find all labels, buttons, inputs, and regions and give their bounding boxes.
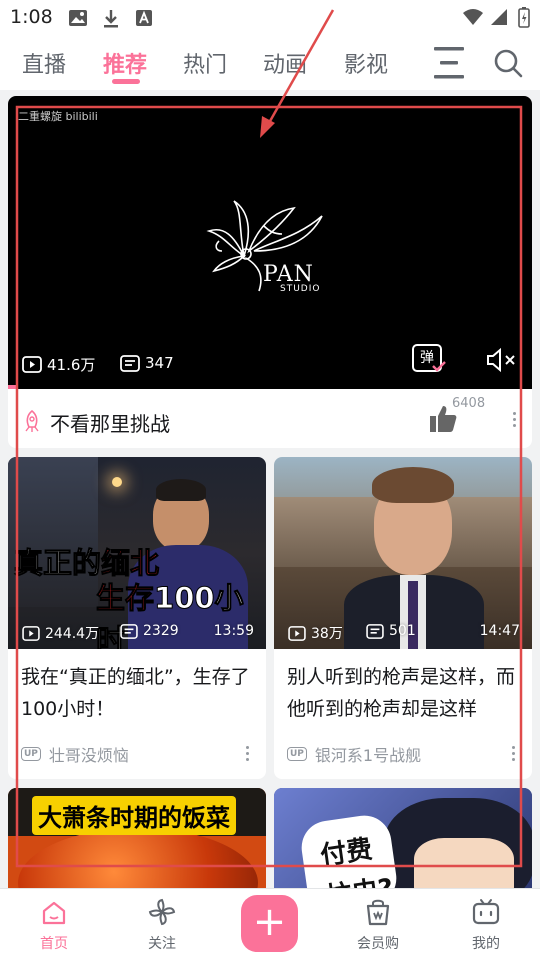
video-thumbnail[interactable]: 真正的缅北 生存100小时 244.4万 2329 13:59	[8, 457, 266, 649]
mute-icon[interactable]	[486, 347, 518, 373]
uploader-line[interactable]: UP 壮哥没烦恼	[21, 742, 129, 766]
tab-live[interactable]: 直播	[22, 47, 66, 79]
uploader-line[interactable]: UP 银河系1号战舰	[287, 742, 421, 766]
video-duration: 13:59	[213, 623, 254, 639]
nav-mine[interactable]: 我的	[446, 889, 526, 960]
video-title[interactable]: 别人听到的枪声是这样，而他听到的枪声却是这样	[287, 661, 522, 725]
battery-icon	[518, 7, 530, 28]
status-time: 1:08	[10, 6, 53, 28]
video-views: 244.4万	[22, 623, 99, 643]
home-icon	[42, 901, 66, 925]
video-views: 38万	[288, 623, 343, 643]
status-bar: 1:08	[0, 0, 540, 36]
menu-icon[interactable]	[432, 45, 466, 81]
top-nav: 直播 推荐 热门 动画 影视	[0, 36, 540, 90]
image-notification-icon	[69, 10, 87, 26]
video-card[interactable]: 38万 501 14:47 别人听到的枪声是这样，而他听到的枪声却是这样 UP …	[274, 457, 532, 779]
play-count-icon	[288, 625, 306, 641]
wifi-icon	[463, 9, 483, 25]
play-count-icon	[22, 356, 42, 373]
featured-title[interactable]: 不看那里挑战	[50, 408, 170, 437]
more-options-icon[interactable]	[246, 746, 250, 764]
tab-anime[interactable]: 动画	[263, 47, 307, 79]
featured-video-card[interactable]: 二重螺旋 bilibili PAN STUDIO 41.6万 347 弹 不看那…	[8, 96, 532, 448]
featured-danmaku-count: 347	[120, 354, 174, 372]
video-title[interactable]: 我在“真正的缅北”，生存了100小时！	[21, 661, 256, 725]
danmaku-count-icon	[120, 354, 140, 372]
publish-button[interactable]: +	[241, 895, 298, 952]
tab-hot[interactable]: 热门	[183, 47, 227, 79]
logo-subtext: STUDIO	[280, 284, 321, 294]
featured-views: 41.6万	[22, 354, 95, 375]
like-count: 6408	[452, 396, 486, 411]
more-options-icon[interactable]	[512, 746, 516, 764]
uploader-name: 壮哥没烦恼	[48, 746, 129, 765]
featured-more-icon[interactable]	[513, 412, 517, 430]
playback-progress	[8, 385, 16, 389]
video-duration: 14:47	[479, 623, 520, 639]
shopping-bag-icon	[366, 899, 390, 926]
rocket-icon	[25, 409, 39, 432]
follow-icon	[148, 898, 176, 926]
danmaku-count-icon	[366, 623, 384, 639]
nav-follow[interactable]: 关注	[122, 889, 202, 960]
signal-icon	[491, 9, 507, 25]
profile-tv-icon	[472, 899, 500, 925]
up-badge: UP	[21, 747, 41, 761]
featured-thumbnail[interactable]: 二重螺旋 bilibili PAN STUDIO 41.6万 347 弹	[8, 96, 532, 389]
nav-vip-shop[interactable]: 会员购	[338, 889, 418, 960]
search-icon[interactable]	[493, 48, 523, 78]
active-tab-indicator	[112, 79, 140, 84]
watermark: 二重螺旋 bilibili	[18, 110, 98, 123]
app-notification-icon	[136, 10, 152, 26]
overlay-text-line1: 付费	[318, 834, 375, 872]
overlay-text: 大萧条时期的饭菜	[32, 796, 236, 835]
screen: 1:08 直播 推荐 热门 动画 影视 二重螺旋 bilibili PAN ST…	[0, 0, 540, 960]
uploader-name: 银河系1号战舰	[314, 746, 422, 765]
play-count-icon	[22, 625, 40, 641]
tab-recommend[interactable]: 推荐	[103, 47, 147, 79]
download-notification-icon	[104, 10, 118, 28]
video-thumbnail[interactable]: 38万 501 14:47	[274, 457, 532, 649]
video-danmaku-count: 501	[366, 623, 416, 639]
video-danmaku-count: 2329	[120, 623, 179, 639]
tab-film[interactable]: 影视	[344, 47, 388, 79]
nav-home[interactable]: 首页	[14, 889, 94, 960]
check-icon	[432, 361, 446, 372]
danmaku-count-icon	[120, 623, 138, 639]
up-badge: UP	[287, 747, 307, 761]
video-card[interactable]: 真正的缅北 生存100小时 244.4万 2329 13:59 我在“真正的缅北…	[8, 457, 266, 779]
